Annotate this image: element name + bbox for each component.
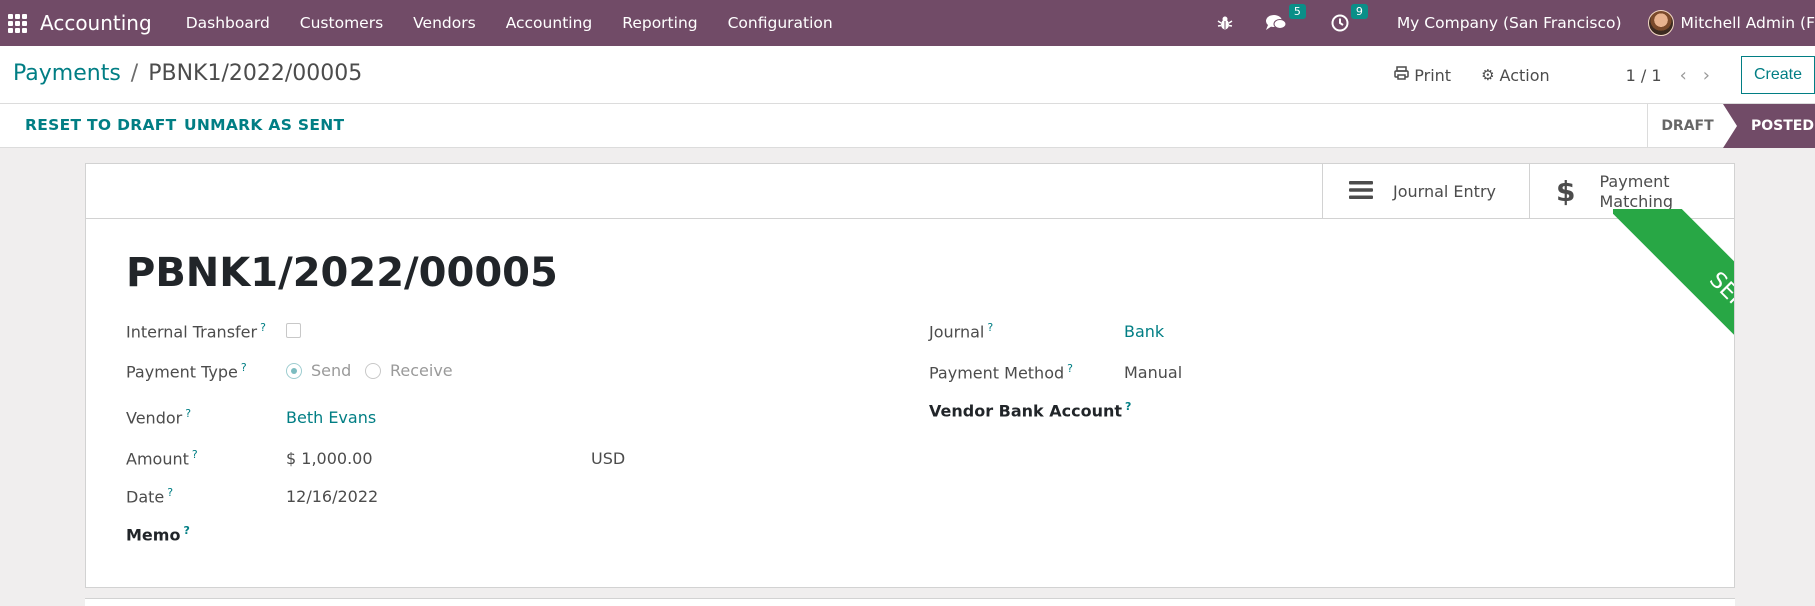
app-brand[interactable]: Accounting [40, 11, 152, 35]
payment-method-field[interactable]: Manual [1124, 363, 1182, 382]
internal-transfer-checkbox[interactable] [286, 323, 301, 338]
help-icon[interactable]: ? [241, 361, 247, 374]
ribbon-label: SENT [1613, 209, 1734, 409]
pager-value[interactable]: 1 / 1 [1626, 66, 1662, 85]
vendor-label: Vendor? [126, 407, 192, 428]
stage-posted[interactable]: POSTED [1723, 104, 1815, 148]
vendor-field[interactable]: Beth Evans [286, 408, 376, 427]
payment-type-label: Payment Type? [126, 361, 247, 382]
breadcrumb: Payments / PBNK1/2022/00005 [13, 61, 362, 86]
print-button[interactable]: Print [1394, 66, 1451, 85]
payment-matching-line2: Matching [1599, 191, 1674, 211]
payment-matching-label: Payment Matching [1599, 172, 1673, 212]
menu-configuration[interactable]: Configuration [713, 0, 848, 46]
menu-vendors[interactable]: Vendors [398, 0, 491, 46]
create-button[interactable]: Create [1740, 56, 1815, 94]
print-label: Print [1414, 65, 1452, 85]
chatter-edge [85, 598, 1735, 606]
receive-option-label: Receive [390, 361, 453, 380]
user-name: Mitchell Admin (F [1680, 14, 1815, 32]
menu-accounting[interactable]: Accounting [491, 0, 608, 46]
dollar-icon: $ [1556, 175, 1576, 208]
top-navbar: Accounting Dashboard Customers Vendors A… [0, 0, 1815, 46]
gear-icon: ⚙ [1481, 66, 1495, 84]
smart-button-box: Journal Entry $ Payment Matching [86, 164, 1734, 219]
payment-type-receive-radio[interactable]: Receive [365, 361, 453, 380]
menu-customers[interactable]: Customers [285, 0, 398, 46]
activities-badge: 9 [1350, 4, 1368, 19]
avatar [1647, 10, 1674, 36]
breadcrumb-current: PBNK1/2022/00005 [148, 61, 363, 86]
date-label: Date? [126, 486, 174, 507]
activities-clock-icon[interactable]: 9 [1331, 4, 1368, 32]
pager-next-icon[interactable]: › [1703, 65, 1710, 86]
payment-type-send-radio[interactable]: Send [286, 361, 351, 380]
amount-field[interactable]: $ 1,000.00 [286, 449, 373, 468]
help-icon[interactable]: ? [1125, 400, 1131, 413]
currency-field[interactable]: USD [591, 449, 625, 468]
payment-method-label: Payment Method? [929, 362, 1073, 383]
help-icon[interactable]: ? [167, 486, 173, 499]
apps-grid-icon[interactable] [8, 13, 27, 33]
debug-bug-icon[interactable] [1217, 15, 1233, 31]
radio-unselected-icon [365, 362, 381, 379]
breadcrumb-separator: / [130, 61, 139, 86]
printer-icon [1394, 66, 1410, 84]
amount-label: Amount? [126, 448, 198, 469]
send-option-label: Send [311, 361, 352, 380]
help-icon[interactable]: ? [260, 321, 266, 334]
bars-icon [1349, 180, 1373, 204]
action-label: Action [1499, 65, 1550, 85]
journal-entry-button[interactable]: Journal Entry [1322, 164, 1529, 219]
journal-label: Journal? [929, 321, 994, 342]
payment-matching-button[interactable]: $ Payment Matching [1529, 164, 1734, 219]
breadcrumb-payments[interactable]: Payments [13, 61, 121, 86]
help-icon[interactable]: ? [192, 448, 198, 461]
form-sheet: Journal Entry $ Payment Matching SENT PB… [85, 163, 1735, 588]
journal-entry-label: Journal Entry [1393, 181, 1496, 201]
action-button[interactable]: ⚙ Action [1481, 66, 1550, 85]
journal-field[interactable]: Bank [1124, 322, 1164, 341]
messages-icon[interactable]: 5 [1265, 4, 1306, 32]
menu-dashboard[interactable]: Dashboard [171, 0, 285, 46]
status-bar: RESET TO DRAFT UNMARK AS SENT DRAFT POST… [0, 104, 1815, 148]
messages-badge: 5 [1288, 4, 1306, 19]
reset-to-draft-button[interactable]: RESET TO DRAFT [25, 116, 177, 134]
help-icon[interactable]: ? [183, 524, 189, 537]
company-switcher[interactable]: My Company (San Francisco) [1397, 14, 1622, 32]
help-icon[interactable]: ? [1067, 362, 1073, 375]
stage-draft[interactable]: DRAFT [1647, 104, 1723, 148]
internal-transfer-label: Internal Transfer? [126, 321, 266, 342]
pager-previous-icon[interactable]: ‹ [1680, 65, 1687, 86]
help-icon[interactable]: ? [987, 321, 993, 334]
help-icon[interactable]: ? [185, 407, 191, 420]
date-field[interactable]: 12/16/2022 [286, 487, 378, 506]
control-panel: Payments / PBNK1/2022/00005 Print ⚙ Acti… [0, 46, 1815, 104]
payment-matching-line1: Payment [1599, 171, 1670, 191]
menu-reporting[interactable]: Reporting [607, 0, 712, 46]
payment-title: PBNK1/2022/00005 [126, 250, 558, 296]
radio-selected-icon [286, 362, 302, 379]
unmark-as-sent-button[interactable]: UNMARK AS SENT [184, 116, 344, 134]
memo-label: Memo? [126, 524, 190, 545]
vendor-bank-account-label: Vendor Bank Account? [929, 400, 1132, 421]
sent-ribbon: SENT [1613, 209, 1734, 409]
user-menu[interactable]: Mitchell Admin (F [1647, 10, 1815, 36]
